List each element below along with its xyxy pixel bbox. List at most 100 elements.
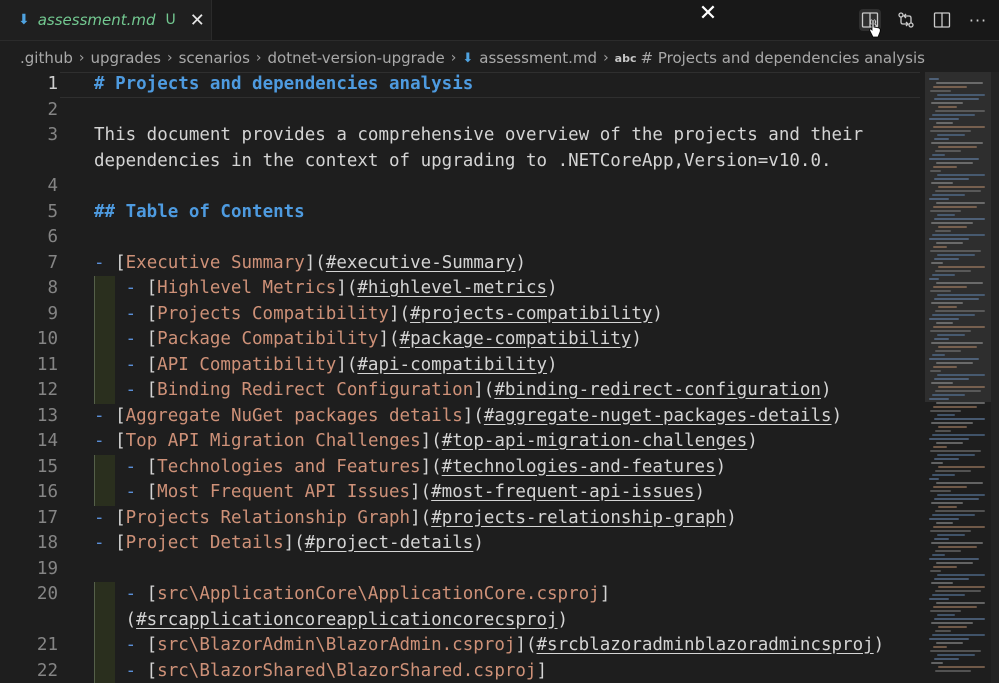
list-bullet: - bbox=[94, 431, 116, 451]
link-url[interactable]: #projects-compatibility bbox=[410, 304, 652, 324]
line-number: 6 bbox=[47, 227, 58, 247]
line-content: - [Project Details](#project-details) bbox=[94, 531, 484, 557]
breadcrumb-symbol[interactable]: # Projects and dependencies analysis bbox=[641, 49, 925, 67]
minimap-row bbox=[930, 210, 961, 212]
minimap-row bbox=[933, 606, 977, 608]
breadcrumb-segment[interactable]: scenarios bbox=[179, 49, 250, 67]
link-url[interactable]: #projects-relationship-graph bbox=[431, 508, 726, 528]
link-url[interactable]: #srcblazoradminblazoradmincsproj bbox=[537, 635, 874, 655]
link-text: Projects Relationship Graph bbox=[125, 507, 411, 528]
editor-tab-assessment[interactable]: ⬇ assessment.md U ✕ bbox=[0, 0, 212, 40]
markdown-editor[interactable]: 1 # Projects and dependencies analysis 2 3 T… bbox=[0, 72, 920, 683]
minimap-row bbox=[932, 194, 965, 196]
chevron-right-icon: › bbox=[255, 50, 262, 66]
link-url[interactable]: #binding-redirect-configuration bbox=[494, 380, 821, 400]
link-paren: ( bbox=[315, 252, 326, 273]
minimap-row bbox=[929, 278, 939, 280]
link-bracket: ] bbox=[336, 278, 347, 298]
minimap-row bbox=[937, 534, 965, 536]
minimap-row bbox=[935, 630, 951, 632]
link-url[interactable]: #package-compatibility bbox=[400, 329, 632, 349]
list-bullet: - bbox=[125, 354, 147, 375]
minimap-slider[interactable] bbox=[925, 72, 991, 402]
tab-close-icon[interactable]: ✕ bbox=[190, 10, 205, 31]
link-paren: ( bbox=[420, 482, 432, 502]
link-url[interactable]: #aggregate-nuget-packages-details bbox=[484, 406, 832, 426]
editor-line: (#srcapplicationcoreapplicationcorecspro… bbox=[0, 607, 920, 633]
breadcrumb-segment[interactable]: upgrades bbox=[90, 49, 160, 67]
minimap-row bbox=[931, 622, 973, 624]
link-url[interactable]: #top-api-migration-challenges bbox=[442, 431, 748, 451]
minimap-row bbox=[933, 246, 947, 248]
close-icon[interactable]: ✕ bbox=[688, 0, 728, 26]
minimap-row bbox=[930, 410, 961, 412]
mouse-pointer-icon bbox=[869, 19, 881, 38]
link-bracket: ] bbox=[378, 329, 389, 349]
link-url[interactable]: #executive-Summary bbox=[326, 253, 516, 273]
minimap-row bbox=[932, 554, 945, 556]
minimap-row bbox=[935, 310, 985, 312]
link-url[interactable]: #highlevel-metrics bbox=[357, 278, 547, 298]
minimap-row bbox=[938, 506, 957, 508]
link-url[interactable]: #srcapplicationcoreapplicationcorecsproj bbox=[136, 610, 557, 630]
editor-line: 6 bbox=[0, 225, 920, 251]
minimap-row bbox=[937, 654, 975, 656]
link-text: Executive Summary bbox=[125, 252, 305, 273]
minimap-row bbox=[932, 154, 945, 156]
link-text: Projects Compatibility bbox=[157, 303, 389, 324]
link-bracket: ] bbox=[388, 303, 400, 324]
minimap-row bbox=[929, 318, 959, 320]
compare-changes-icon[interactable] bbox=[895, 9, 917, 31]
minimap-row bbox=[934, 418, 985, 420]
editor-tab-bar: ⬇ assessment.md U ✕ ✕ ··· bbox=[0, 0, 999, 41]
minimap-row bbox=[938, 386, 985, 388]
line-number: 12 bbox=[36, 380, 58, 400]
link-url[interactable]: #project-details bbox=[305, 533, 474, 553]
minimap-row bbox=[934, 138, 949, 140]
minimap-row bbox=[936, 82, 983, 84]
minimap-row bbox=[937, 614, 955, 616]
vertical-scrollbar[interactable] bbox=[991, 72, 999, 683]
editor-line: 2 bbox=[0, 98, 920, 124]
more-actions-icon[interactable]: ··· bbox=[967, 9, 989, 31]
link-paren: ) bbox=[557, 609, 569, 630]
link-url[interactable]: #most-frequent-api-issues bbox=[431, 482, 694, 502]
list-bullet: - bbox=[125, 380, 147, 400]
breadcrumb-segment[interactable]: dotnet-version-upgrade bbox=[268, 49, 445, 67]
markdown-heading: # Projects and dependencies analysis bbox=[94, 74, 474, 94]
link-bracket: ] bbox=[515, 635, 526, 655]
indent-guide bbox=[94, 480, 115, 506]
link-paren: ) bbox=[473, 533, 484, 553]
split-editor-icon[interactable] bbox=[931, 9, 953, 31]
minimap-row bbox=[934, 378, 969, 380]
link-paren: ( bbox=[483, 380, 495, 400]
link-paren: ( bbox=[294, 533, 305, 553]
indent-guide bbox=[94, 454, 115, 480]
minimap-row bbox=[930, 610, 961, 612]
indent-guide bbox=[94, 607, 115, 633]
link-bracket: [ bbox=[146, 354, 158, 375]
line-number: 20 bbox=[36, 584, 58, 604]
minimap-row bbox=[935, 110, 985, 112]
link-bracket: [ bbox=[115, 533, 126, 553]
link-url[interactable]: #technologies-and-features bbox=[442, 457, 716, 477]
minimap-row bbox=[937, 94, 985, 96]
minimap[interactable] bbox=[925, 72, 991, 683]
link-paren: ) bbox=[515, 252, 527, 273]
breadcrumb-file[interactable]: assessment.md bbox=[479, 49, 597, 67]
link-url[interactable]: #api-compatibility bbox=[357, 355, 547, 375]
indent-guide bbox=[94, 352, 115, 378]
list-bullet: - bbox=[94, 405, 116, 426]
minimap-row bbox=[932, 234, 985, 236]
link-paren: ) bbox=[652, 303, 663, 324]
minimap-row bbox=[929, 638, 969, 640]
breadcrumb-segment[interactable]: .github bbox=[20, 49, 73, 67]
minimap-row bbox=[936, 482, 983, 484]
list-bullet: - bbox=[125, 635, 147, 655]
line-number: 7 bbox=[47, 252, 58, 273]
indent-guide bbox=[94, 327, 115, 353]
link-paren: ( bbox=[431, 431, 442, 451]
breadcrumb: .github › upgrades › scenarios › dotnet-… bbox=[0, 44, 999, 72]
link-bracket: [ bbox=[115, 507, 126, 528]
editor-line: 14 - [Top API Migration Challenges](#top-… bbox=[0, 429, 920, 455]
